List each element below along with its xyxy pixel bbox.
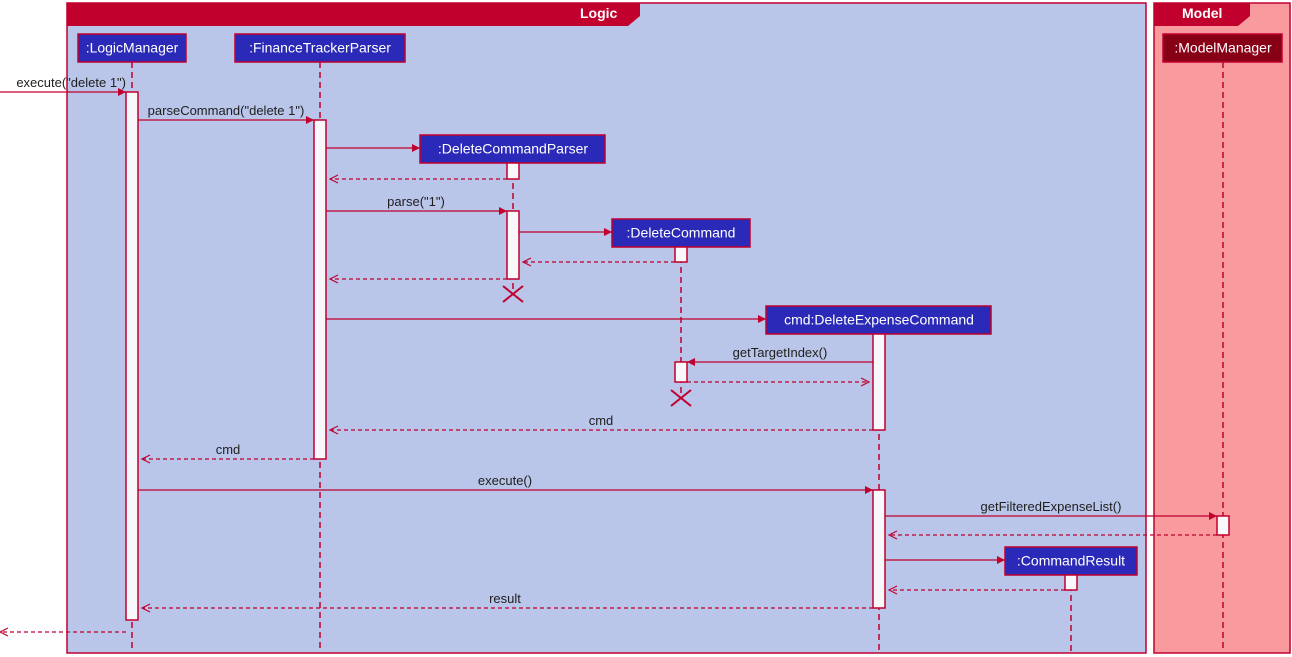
msg-parsecommand-label: parseCommand("delete 1") [148,103,305,118]
activation-logicmanager [126,92,138,620]
msg-return-cmd2-label: cmd [216,442,241,457]
activation-deleteexpensecommand-1 [873,334,885,430]
activation-commandresult [1065,575,1077,590]
frame-logic-label: Logic [580,5,618,21]
activation-deletecommandparser-2 [507,211,519,279]
msg-execute-in-label: execute("delete 1") [16,75,126,90]
msg-gettargetindex-label: getTargetIndex() [733,345,828,360]
participant-commandresult-label: :CommandResult [1017,553,1125,569]
participant-financetrackerparser-label: :FinanceTrackerParser [249,40,391,56]
activation-deletecommand-2 [675,362,687,382]
msg-execute-label: execute() [478,473,532,488]
activation-deleteexpensecommand-2 [873,490,885,608]
activation-financetrackerparser [314,120,326,459]
participant-deleteexpensecommand-label: cmd:DeleteExpenseCommand [784,312,974,328]
msg-return-cmd1-label: cmd [589,413,614,428]
frame-model [1154,3,1290,653]
sequence-diagram: Logic Model :LogicManager :FinanceTracke… [0,0,1292,657]
participant-modelmanager-label: :ModelManager [1174,40,1272,56]
frame-model-label: Model [1182,5,1222,21]
activation-modelmanager [1217,516,1229,535]
frame-logic-label-bg [67,3,640,26]
msg-parse-label: parse("1") [387,194,445,209]
msg-return-result-label: result [489,591,521,606]
participant-logicmanager-label: :LogicManager [86,40,179,56]
activation-deletecommand-1 [675,247,687,262]
msg-getfilteredexpenselist-label: getFilteredExpenseList() [981,499,1122,514]
participant-deletecommandparser-label: :DeleteCommandParser [438,141,589,157]
participant-deletecommand-label: :DeleteCommand [627,225,736,241]
activation-deletecommandparser-1 [507,163,519,179]
